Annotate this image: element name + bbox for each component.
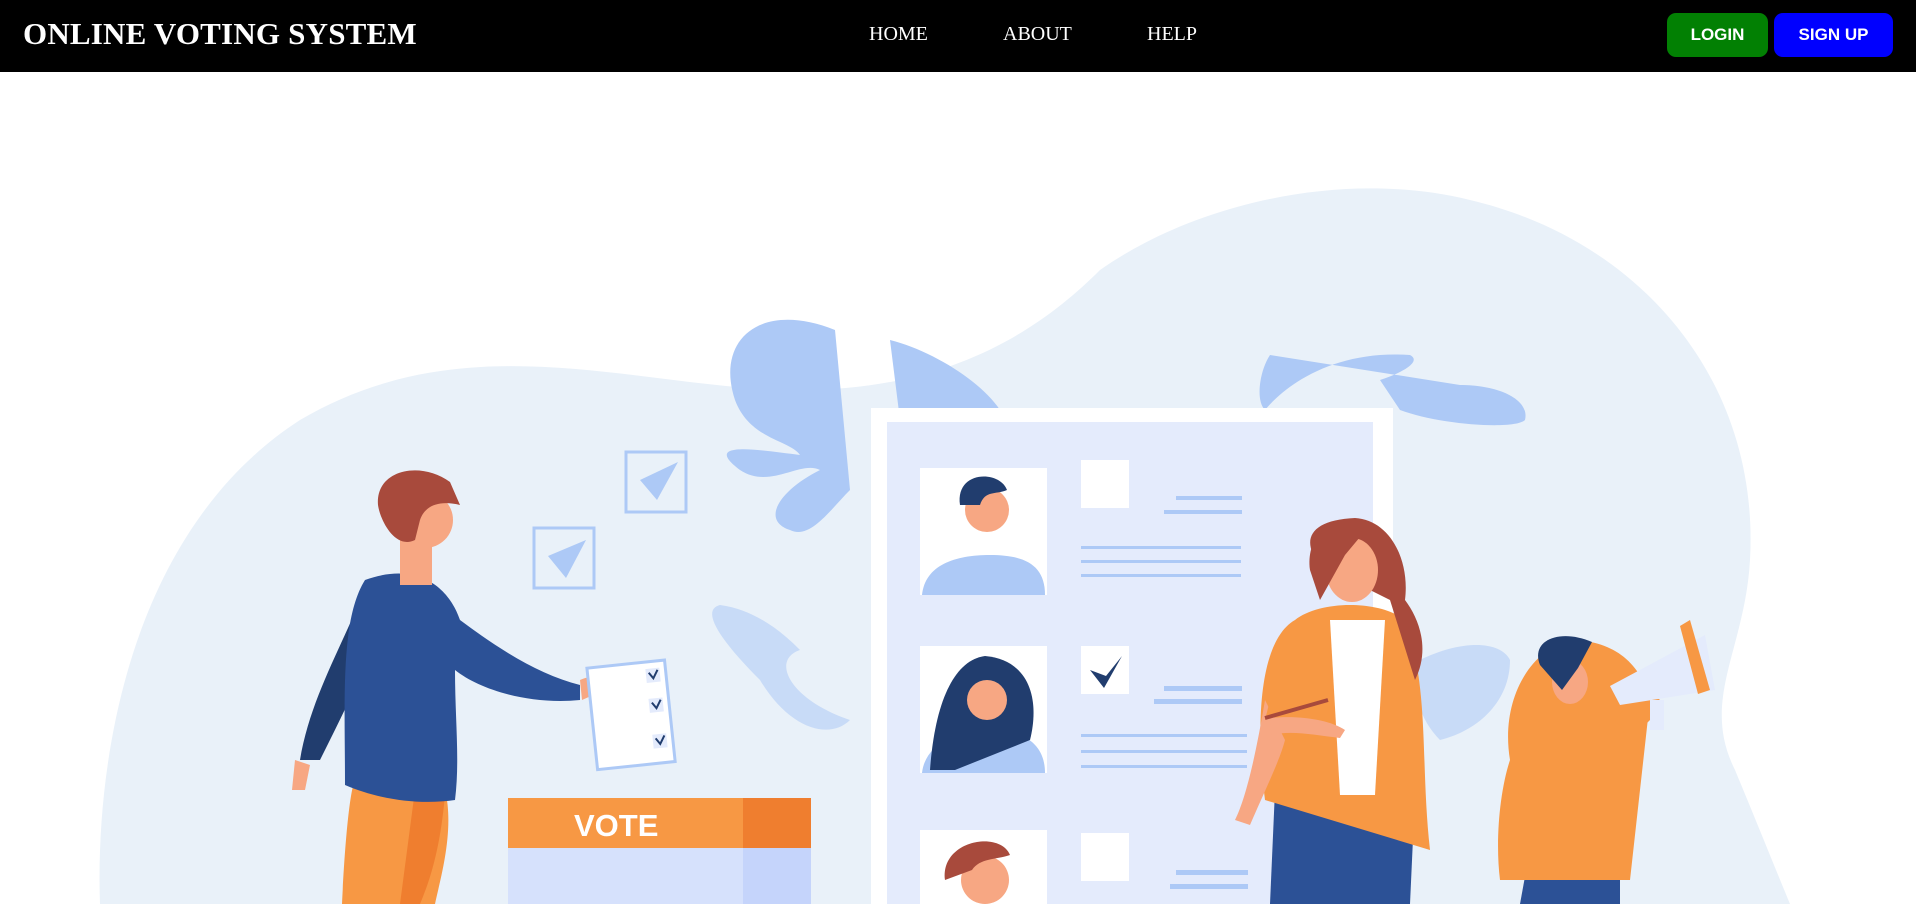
ballot-box: VOTE (508, 798, 811, 904)
ballot-paper (585, 658, 677, 772)
ballot-box-label: VOTE (574, 808, 658, 843)
top-navbar: ONLINE VOTING SYSTEM HOME ABOUT HELP LOG… (0, 0, 1916, 72)
login-button[interactable]: LOGIN (1667, 13, 1768, 57)
hero-illustration: VOTE (0, 72, 1916, 904)
nav-help-link[interactable]: HELP (1147, 23, 1197, 46)
site-title: ONLINE VOTING SYSTEM (23, 16, 417, 51)
nav-about-link[interactable]: ABOUT (1003, 23, 1072, 46)
voting-illustration: VOTE (99, 188, 1790, 904)
nav-home-link[interactable]: HOME (869, 23, 928, 46)
signup-button[interactable]: SIGN UP (1774, 13, 1893, 57)
